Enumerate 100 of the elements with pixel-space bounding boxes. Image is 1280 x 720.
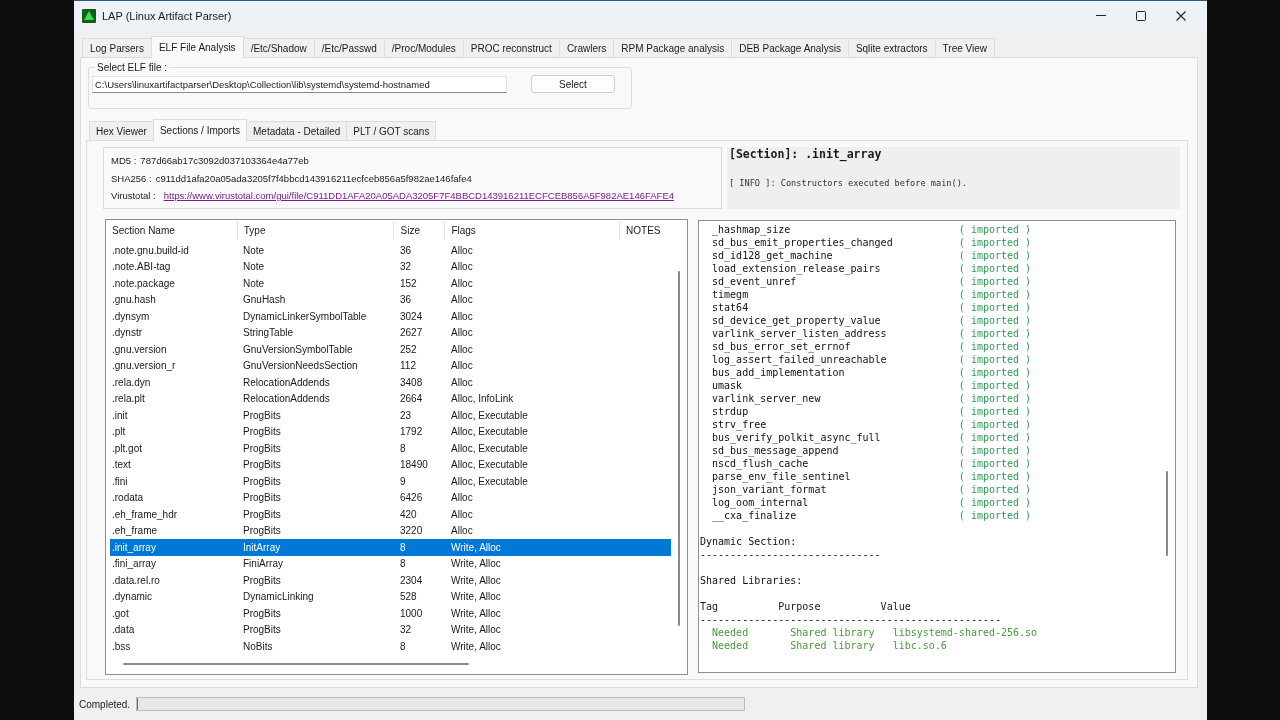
column-header[interactable]: Flags: [444, 221, 620, 240]
symbol-name: sd_id128_get_machine: [712, 249, 833, 262]
table-row[interactable]: .note.gnu.build-id Note 36 Alloc: [110, 242, 671, 259]
table-row[interactable]: .plt.got ProgBits 8 Alloc, Executable: [110, 440, 671, 457]
table-cell-text: DynamicLinking: [242, 591, 315, 603]
virustotal-link[interactable]: https://www.virustotal.com/gui/file/C911DD1AFA20A05ADA3205F7F4BBCD143916211ECFCEB856A5F982AE146FAFE4: [163, 187, 674, 205]
symbol-name: parse_env_file_sentinel: [712, 470, 851, 483]
table-cell-text: 3408: [399, 376, 424, 388]
table-row[interactable]: .note.package Note 152 Alloc: [110, 275, 671, 292]
table-cell-text: .init_array: [111, 541, 157, 553]
import-status: ( imported ): [958, 261, 1032, 275]
table-cell-text: .text: [111, 459, 132, 471]
window-title: LAP (Linux Artifact Parser): [102, 9, 232, 22]
tab[interactable]: PLT / GOT scans: [346, 121, 437, 140]
section-title: [Section]: .init_array: [729, 147, 882, 161]
table-cell-text: DynamicLinkerSymbolTable: [242, 310, 368, 322]
table-cell-text: ProgBits: [242, 525, 282, 537]
table-cell-text: RelocationAddends: [242, 376, 331, 388]
table-cell-text: Alloc: [450, 360, 474, 372]
column-header[interactable]: Size: [393, 221, 445, 240]
table-cell-text: .bss: [111, 640, 132, 652]
file-path-field[interactable]: C:\Users\linuxartifactparser\Desktop\Collection\lib\systemd\systemd-hostnamed: [92, 75, 507, 93]
scrollbar-thumb[interactable]: [1166, 471, 1168, 556]
table-row[interactable]: .got ProgBits 1000 Write, Alloc: [110, 605, 671, 622]
table-row[interactable]: .dynsym DynamicLinkerSymbolTable 3024 Alloc: [110, 308, 671, 325]
table-cell-text: Alloc: [450, 261, 474, 273]
import-status: ( imported ): [958, 235, 1032, 249]
tab[interactable]: Sections / Imports: [152, 119, 247, 141]
maximize-icon: [1136, 10, 1146, 21]
table-cell-text: Alloc, InfoLink: [450, 393, 515, 405]
table-cell-text: ProgBits: [242, 409, 282, 421]
tab[interactable]: Metadata - Detailed: [246, 121, 348, 140]
table-cell-text: .dynsym: [111, 310, 151, 322]
tab[interactable]: Sqlite extractors: [847, 38, 936, 57]
table-cell-text: .rela.plt: [111, 393, 146, 405]
table-row[interactable]: .eh_frame_hdr ProgBits 420 Alloc: [110, 506, 671, 523]
tab[interactable]: Tree View: [934, 38, 996, 57]
table-cell-text: .dynstr: [111, 327, 143, 339]
import-status: ( imported ): [958, 417, 1032, 431]
table-row[interactable]: .dynamic DynamicLinking 528 Write, Alloc: [110, 588, 671, 605]
table-row[interactable]: .init ProgBits 23 Alloc, Executable: [110, 407, 671, 424]
table-row[interactable]: .bss NoBits 8 Write, Alloc: [110, 638, 671, 655]
symbol-name: load_extension_release_pairs: [712, 262, 881, 275]
table-row[interactable]: .plt ProgBits 1792 Alloc, Executable: [110, 423, 671, 440]
table-row[interactable]: .rodata ProgBits 6426 Alloc: [110, 489, 671, 506]
table-cell-text: 8: [399, 541, 407, 553]
group-label: Select ELF file :: [96, 62, 169, 73]
table-cell-text: .fini_array: [111, 558, 157, 570]
symbol-name: strdup: [712, 405, 749, 418]
import-status: ( imported ): [958, 508, 1032, 522]
select-button[interactable]: Select: [531, 75, 615, 93]
table-row[interactable]: .text ProgBits 18490 Alloc, Executable: [110, 456, 671, 473]
symbol-name: log_assert_failed_unreachable: [712, 353, 887, 366]
table-row[interactable]: .note.ABI-tag Note 32 Alloc: [110, 258, 671, 275]
table-cell-text: Alloc: [450, 492, 474, 504]
symbol-name: timegm: [712, 288, 749, 301]
tab[interactable]: Hex Viewer: [89, 121, 154, 140]
table-row[interactable]: .gnu.hash GnuHash 36 Alloc: [110, 291, 671, 308]
tab[interactable]: Log Parsers: [82, 38, 152, 57]
table-row[interactable]: .eh_frame ProgBits 3220 Alloc: [110, 522, 671, 539]
column-header[interactable]: NOTES: [619, 221, 671, 240]
table-row[interactable]: .gnu.version_r GnuVersionNeedsSection 112 Alloc: [110, 357, 671, 374]
import-status: ( imported ): [958, 300, 1032, 314]
scrollbar-thumb[interactable]: [123, 663, 469, 666]
column-header[interactable]: Section Name: [110, 221, 237, 240]
table-cell-text: .rodata: [111, 492, 145, 504]
table-cell-text: .gnu.hash: [111, 294, 157, 306]
table-row[interactable]: .init_array InitArray 8 Write, Alloc: [110, 539, 671, 556]
column-header[interactable]: Type: [236, 221, 394, 240]
symbol-name: bus_add_implementation: [712, 366, 845, 379]
table-row[interactable]: .gnu.version GnuVersionSymbolTable 252 Alloc: [110, 341, 671, 358]
import-status: ( imported ): [958, 469, 1032, 483]
scrollbar-thumb[interactable]: [678, 271, 680, 626]
table-row[interactable]: .rela.plt RelocationAddends 2664 Alloc, InfoLink: [110, 390, 671, 407]
table-cell-text: Alloc, Executable: [450, 442, 529, 454]
table-cell-text: Write, Alloc: [450, 574, 502, 586]
table-row[interactable]: .fini_array FiniArray 8 Write, Alloc: [110, 555, 671, 572]
section-heading: Shared Libraries:: [700, 573, 803, 587]
table-row[interactable]: .rela.dyn RelocationAddends 3408 Alloc: [110, 374, 671, 391]
table-cell-text: 112: [399, 360, 417, 372]
table-cell-text: 2664: [399, 393, 424, 405]
symbol-name: bus_verify_polkit_async_full: [712, 431, 881, 444]
tab[interactable]: DEB Package Analysis: [731, 38, 849, 57]
table-row[interactable]: .fini ProgBits 9 Alloc, Executable: [110, 473, 671, 490]
import-status: ( imported ): [958, 326, 1032, 340]
table-cell-text: Alloc: [450, 343, 474, 355]
dashed-rule: ------------------------------: [700, 547, 881, 561]
import-status: ( imported ): [958, 456, 1032, 470]
table-cell-text: Note: [242, 277, 266, 289]
tab[interactable]: ELF File Analysis: [150, 36, 244, 58]
table-cell-text: StringTable: [242, 327, 295, 339]
library-cell: Shared library: [790, 625, 875, 639]
table-cell-text: ProgBits: [242, 492, 282, 504]
table-row[interactable]: .data.rel.ro ProgBits 2304 Write, Alloc: [110, 572, 671, 589]
library-cell: libc.so.6: [892, 638, 947, 652]
table-row[interactable]: .dynstr StringTable 2627 Alloc: [110, 324, 671, 341]
table-row[interactable]: .data ProgBits 32 Write, Alloc: [110, 621, 671, 638]
import-status: ( imported ): [958, 313, 1032, 327]
table-cell-text: .plt: [111, 426, 127, 438]
tab[interactable]: RPM Package analysis: [613, 38, 733, 57]
